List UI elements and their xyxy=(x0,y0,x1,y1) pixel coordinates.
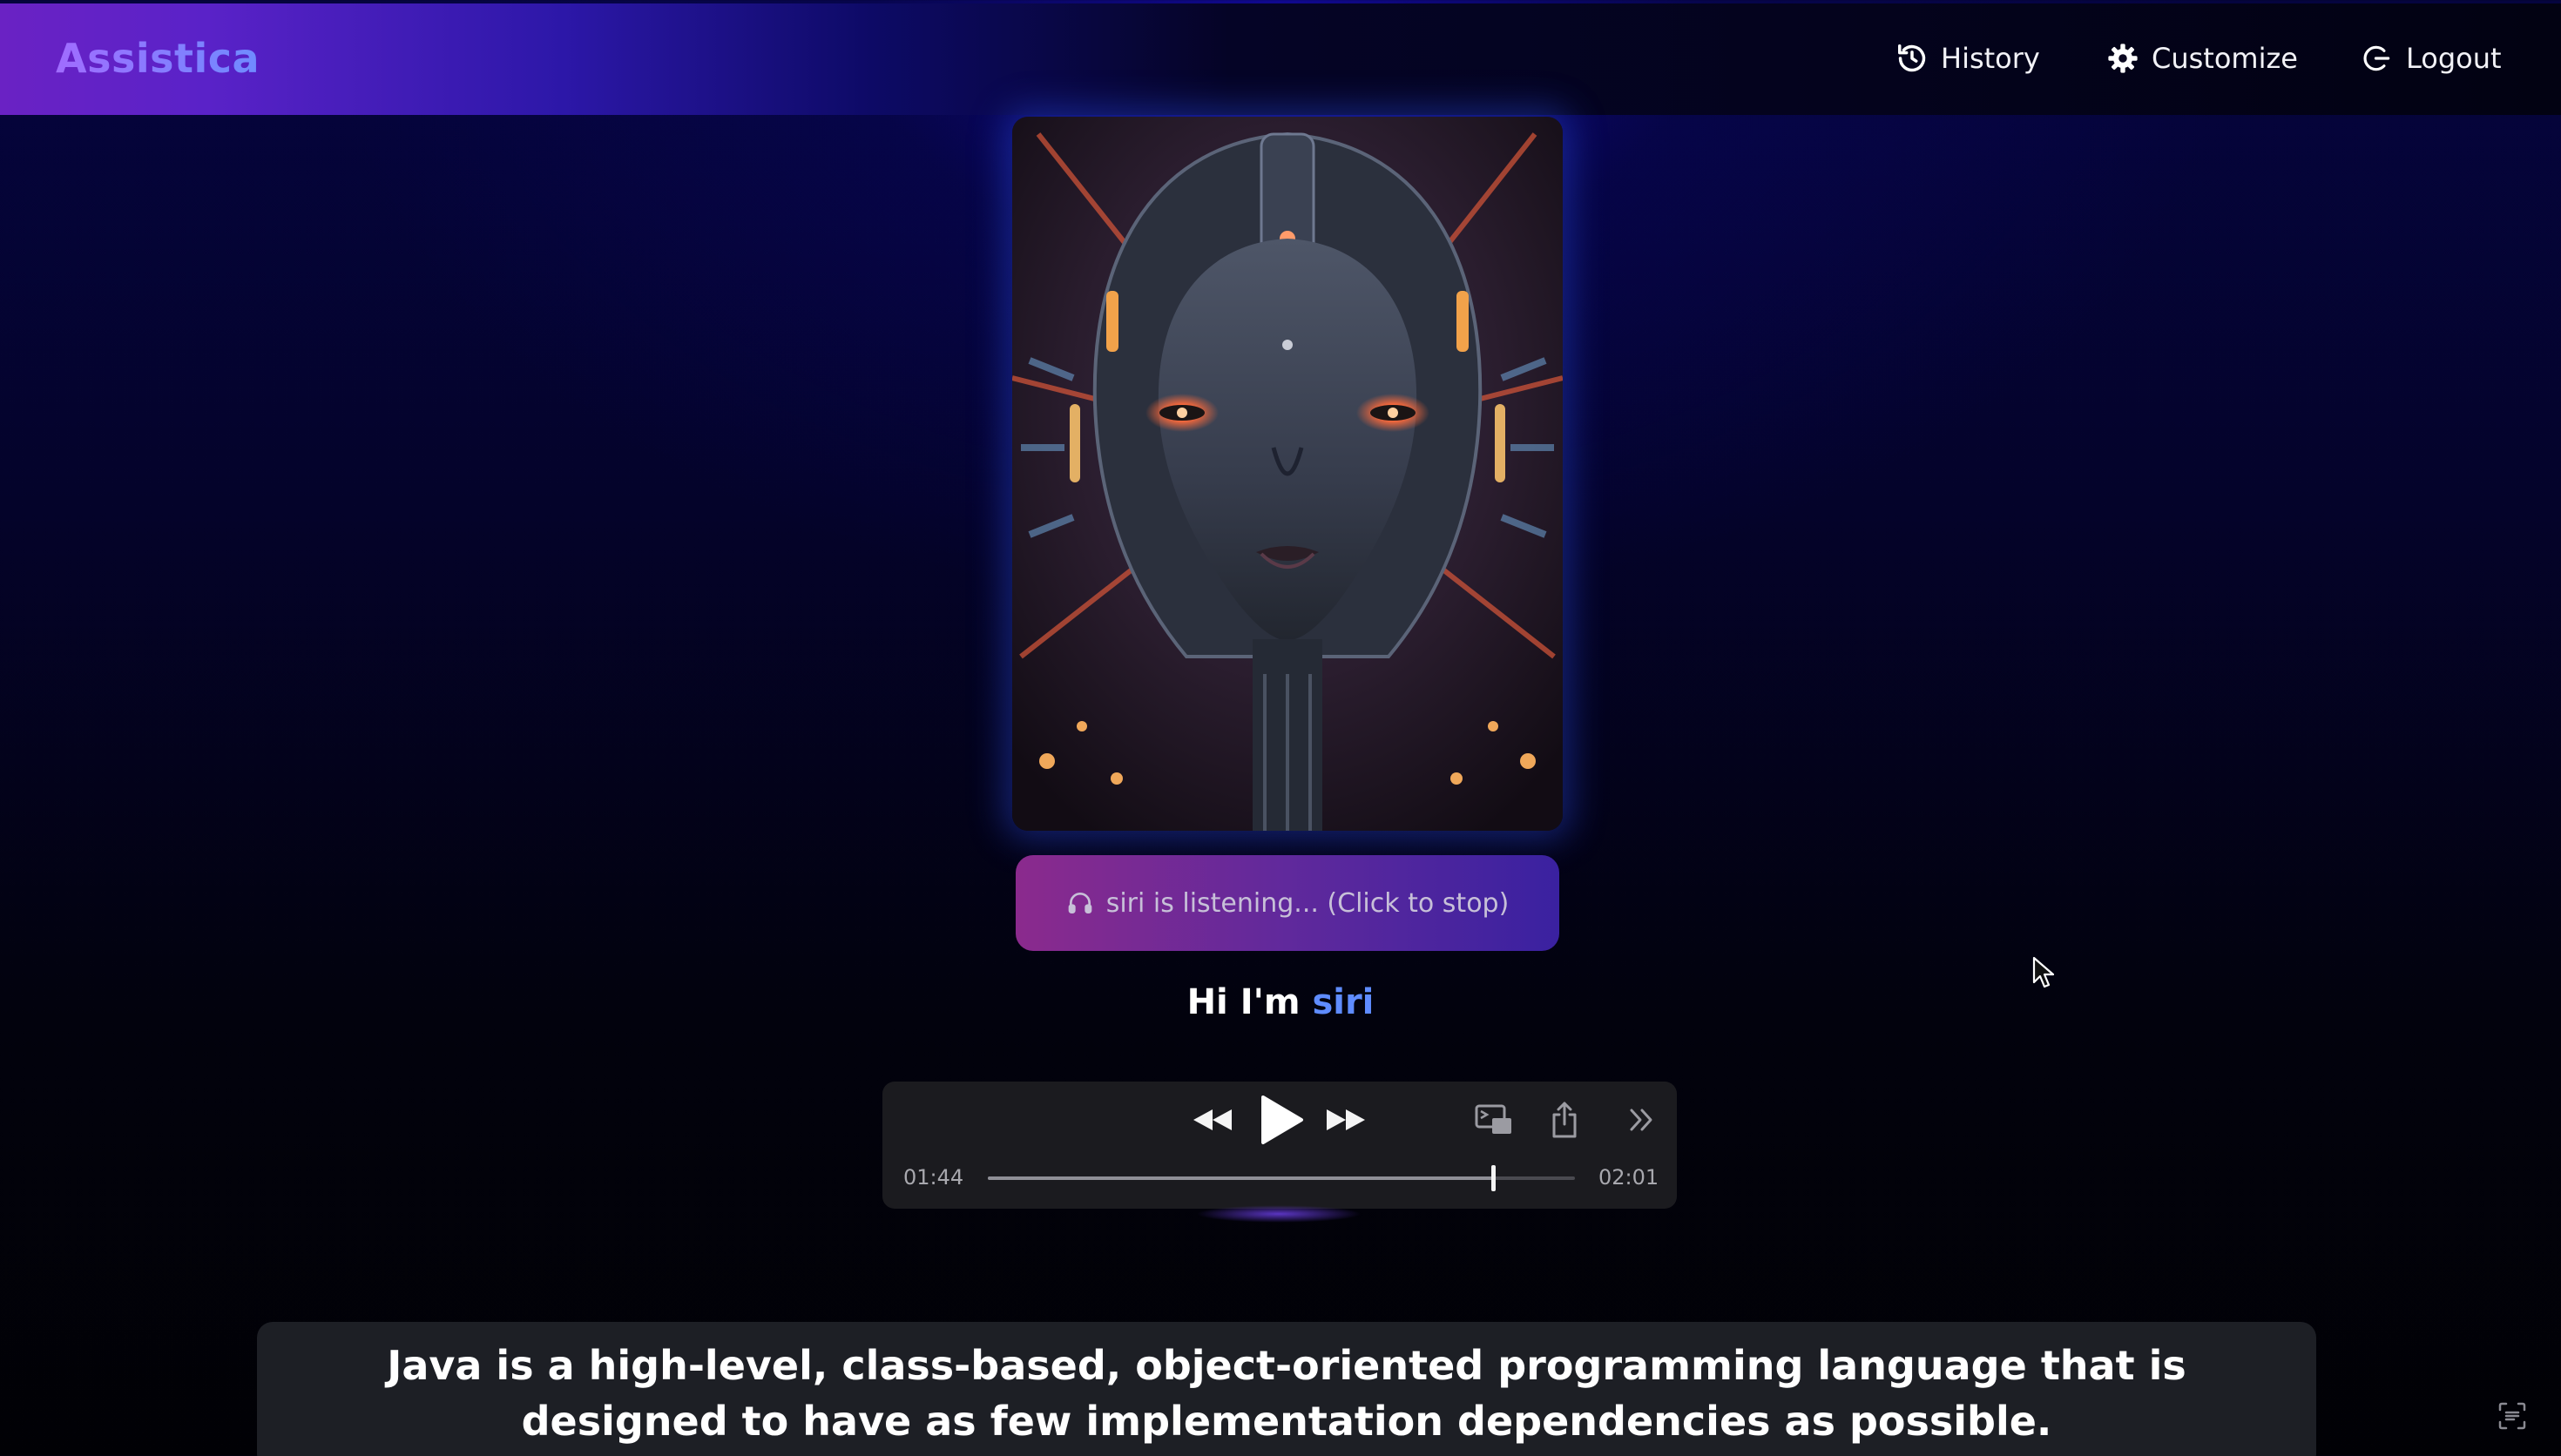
logout-icon xyxy=(2363,45,2390,71)
mouse-cursor-icon xyxy=(2032,956,2055,988)
more-icon[interactable] xyxy=(1628,1106,1656,1134)
nav-logout[interactable]: Logout xyxy=(2361,42,2502,75)
caption-box: Java is a high-level, class-based, objec… xyxy=(257,1322,2316,1456)
media-player: 01:44 02:01 xyxy=(882,1082,1677,1223)
fast-forward-icon[interactable] xyxy=(1323,1102,1367,1137)
headphones-icon xyxy=(1068,893,1092,913)
greeting-prefix: Hi I'm xyxy=(1186,982,1313,1022)
text-scan-icon[interactable] xyxy=(2497,1400,2528,1432)
listening-toggle-button[interactable]: siri is listening... (Click to stop) xyxy=(1016,855,1559,951)
gear-icon xyxy=(2108,44,2138,73)
robot-face-portrait xyxy=(1012,117,1563,831)
greeting: Hi I'm siri xyxy=(0,982,2561,1022)
picture-in-picture-icon[interactable] xyxy=(1475,1104,1513,1136)
brand-logo[interactable]: Assistica xyxy=(56,35,260,82)
nav-history-label: History xyxy=(1941,42,2040,75)
top-bar: Assistica History Customize Logout xyxy=(0,3,2561,115)
nav-history[interactable]: History xyxy=(1895,42,2040,75)
assistant-portrait xyxy=(1012,117,1563,831)
elapsed-time: 01:44 xyxy=(903,1165,964,1190)
nav-logout-label: Logout xyxy=(2406,42,2502,75)
share-icon[interactable] xyxy=(1550,1101,1579,1139)
nav-customize[interactable]: Customize xyxy=(2106,42,2298,75)
play-icon[interactable] xyxy=(1256,1094,1305,1146)
rewind-icon[interactable] xyxy=(1192,1102,1235,1137)
total-duration: 02:01 xyxy=(1598,1165,1659,1190)
assistant-name: siri xyxy=(1312,982,1375,1022)
caption-text: Java is a high-level, class-based, objec… xyxy=(387,1342,2186,1445)
progress-handle[interactable] xyxy=(1490,1165,1496,1191)
listening-label: siri is listening... (Click to stop) xyxy=(1105,887,1510,919)
history-icon xyxy=(1898,44,1926,72)
progress-fill xyxy=(988,1176,1493,1180)
player-glow xyxy=(1196,1205,1362,1223)
progress-slider[interactable] xyxy=(988,1165,1575,1191)
nav-customize-label: Customize xyxy=(2152,42,2298,75)
